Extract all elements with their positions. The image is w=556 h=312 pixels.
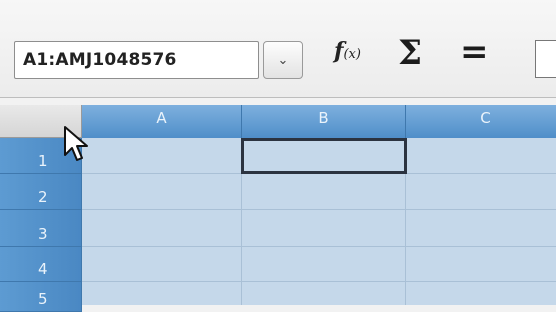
fx-icon-sub: (x) xyxy=(343,47,361,62)
row-header-2[interactable]: 2 xyxy=(0,174,82,210)
formula-input[interactable] xyxy=(535,40,556,78)
column-header-a[interactable]: A xyxy=(82,105,242,138)
active-cell-cursor[interactable] xyxy=(241,138,407,174)
row-header-3[interactable]: 3 xyxy=(0,210,82,247)
chevron-down-icon: ⌄ xyxy=(277,52,289,68)
name-box[interactable]: A1:AMJ1048576 xyxy=(14,41,259,79)
column-header-c[interactable]: C xyxy=(406,105,556,138)
row-header-5[interactable]: 5 xyxy=(0,282,82,312)
mouse-pointer-icon xyxy=(64,126,88,161)
name-box-dropdown-button[interactable]: ⌄ xyxy=(263,41,303,79)
row-header-4[interactable]: 4 xyxy=(0,247,82,282)
formula-button[interactable]: = xyxy=(460,32,489,72)
row-divider xyxy=(82,246,556,247)
row-divider xyxy=(82,209,556,210)
sum-button[interactable]: Σ xyxy=(398,33,422,73)
fx-icon: f(x) xyxy=(334,38,361,64)
formula-toolbar: A1:AMJ1048576 ⌄ f(x) Σ = xyxy=(0,0,556,98)
function-wizard-button[interactable]: f(x) xyxy=(334,38,361,64)
column-header-b[interactable]: B xyxy=(242,105,406,138)
row-divider xyxy=(82,281,556,282)
